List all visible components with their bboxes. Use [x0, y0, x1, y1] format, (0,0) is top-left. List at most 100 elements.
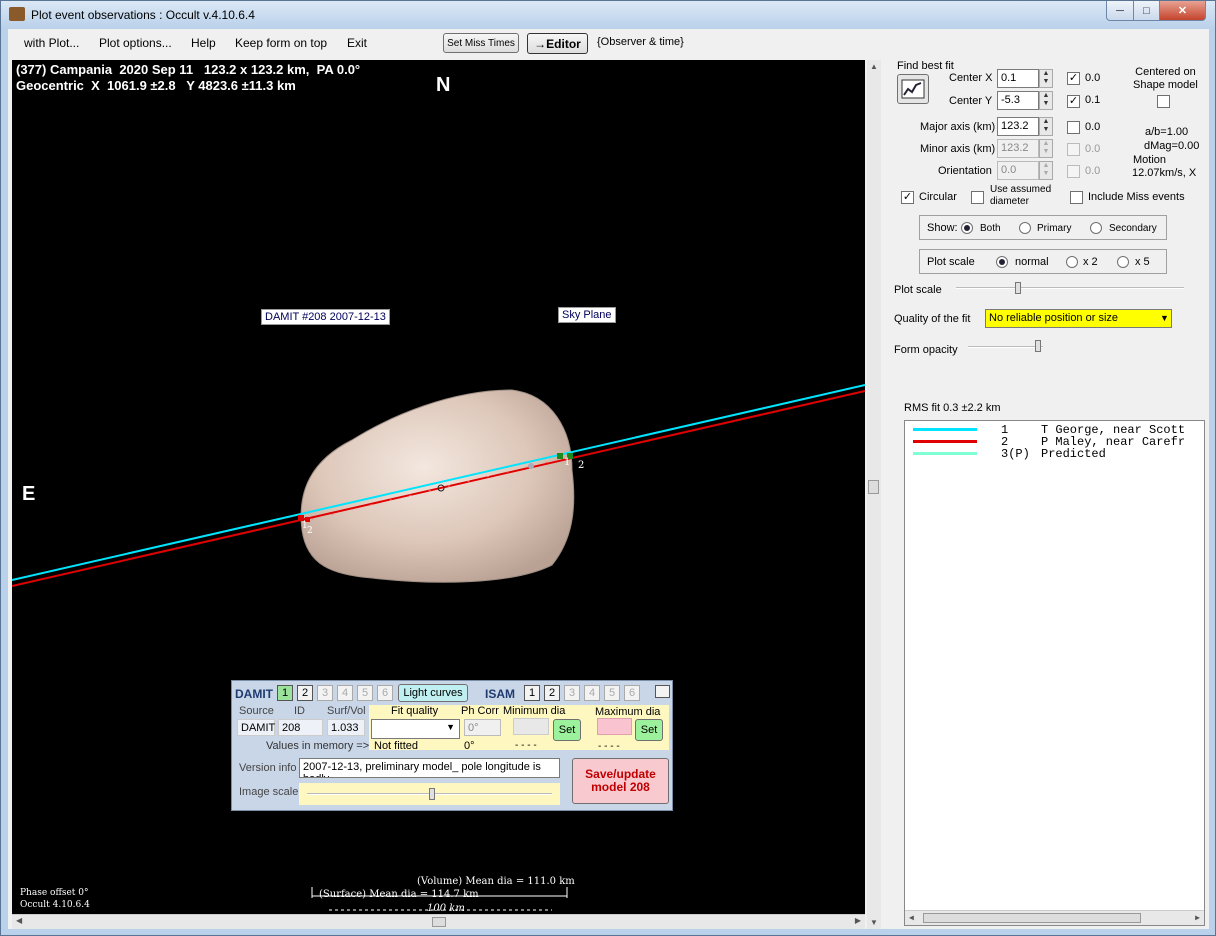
image-scale-label: Image scale [239, 786, 299, 798]
form-opacity-thumb[interactable] [1035, 340, 1041, 352]
vertical-scrollbar[interactable]: ▲ ▼ [867, 60, 881, 929]
fit-quality-select[interactable]: ▼ [371, 719, 460, 739]
minor-axis-input[interactable]: 123.2 [997, 139, 1039, 158]
damit-model-3[interactable]: 3 [317, 685, 333, 701]
menu-plot-options[interactable]: Plot options... [99, 36, 172, 50]
isam-model-3[interactable]: 3 [564, 685, 580, 701]
quality-select[interactable]: No reliable position or size [985, 309, 1172, 328]
version-info-field[interactable]: 2007-12-13, preliminary model_ pole long… [299, 758, 560, 778]
orientation-fit-checkbox[interactable] [1067, 165, 1080, 178]
form-opacity-slider[interactable] [968, 338, 1048, 360]
minor-axis-fit-checkbox[interactable] [1067, 143, 1080, 156]
show-secondary-radio[interactable] [1090, 222, 1102, 234]
light-curves-button[interactable]: Light curves [398, 684, 468, 702]
legend-horizontal-scrollbar[interactable]: ◀ ▶ [905, 910, 1204, 925]
major-axis-input[interactable]: 123.2 [997, 117, 1039, 136]
isam-model-4[interactable]: 4 [584, 685, 600, 701]
center-x-input[interactable]: 0.1 [997, 69, 1039, 88]
find-best-fit-button[interactable] [897, 74, 929, 104]
legend-scroll-thumb[interactable] [923, 913, 1141, 923]
save-update-model-button[interactable]: Save/update model 208 [572, 758, 669, 804]
use-assumed-checkbox[interactable] [971, 191, 984, 204]
minimize-button[interactable]: ─ [1106, 1, 1134, 21]
close-button[interactable]: ✕ [1159, 1, 1206, 21]
center-x-spinner[interactable]: ▲ ▼ [1039, 69, 1053, 88]
min-dia-field[interactable] [513, 718, 549, 735]
scroll-left-icon[interactable]: ◀ [909, 913, 914, 923]
isam-model-5[interactable]: 5 [604, 685, 620, 701]
orientation-spinner[interactable]: ▲ ▼ [1039, 161, 1053, 180]
scale-x5-radio[interactable] [1117, 256, 1129, 268]
values-in-memory-label: Values in memory => [266, 740, 370, 752]
set-miss-times-button[interactable]: Set Miss Times [443, 33, 519, 53]
scale-normal-label: normal [1015, 256, 1049, 268]
center-y-spinner[interactable]: ▲ ▼ [1039, 91, 1053, 110]
scroll-right-icon[interactable]: ▶ [855, 916, 861, 925]
isam-model-6[interactable]: 6 [624, 685, 640, 701]
plot-scale-thumb[interactable] [1015, 282, 1021, 294]
menu-help[interactable]: Help [191, 36, 216, 50]
plot-scale-track [956, 287, 1184, 289]
isam-model-1[interactable]: 1 [524, 685, 540, 701]
damit-model-5[interactable]: 5 [357, 685, 373, 701]
damit-model-6[interactable]: 6 [377, 685, 393, 701]
include-miss-checkbox[interactable] [1070, 191, 1083, 204]
scale-x2-radio[interactable] [1066, 256, 1078, 268]
scroll-right-icon[interactable]: ▶ [1195, 913, 1200, 923]
image-scale-slider[interactable] [299, 783, 560, 805]
menu-keep-on-top[interactable]: Keep form on top [235, 36, 327, 50]
legend-num: 3(P) [1001, 447, 1030, 461]
set-max-dia-button[interactable]: Set [635, 719, 663, 741]
show-label: Show: [927, 222, 958, 234]
damit-model-4[interactable]: 4 [337, 685, 353, 701]
show-primary-label: Primary [1037, 223, 1072, 234]
major-axis-fit-checkbox[interactable] [1067, 121, 1080, 134]
horizontal-scrollbar[interactable]: ◀ ▶ [12, 914, 865, 929]
app-icon [9, 7, 25, 21]
damit-panel: DAMIT 1 3 4 5 6 2 Light curves ISAM 1 2 … [231, 680, 673, 811]
surf-field: 1.033 [327, 719, 365, 736]
ph-corr-field[interactable]: 0° [464, 719, 501, 736]
menu-exit[interactable]: Exit [347, 36, 367, 50]
form-opacity-track [968, 346, 1043, 348]
damit-model-1[interactable]: 1 [277, 685, 293, 701]
editor-button[interactable]: →Editor [527, 33, 588, 54]
image-scale-thumb[interactable] [429, 788, 435, 800]
orientation-input[interactable]: 0.0 [997, 161, 1039, 180]
scroll-down-icon[interactable]: ▼ [870, 918, 878, 927]
major-axis-spinner[interactable]: ▲ ▼ [1039, 117, 1053, 136]
panel-close-button[interactable] [655, 685, 670, 698]
scale-normal-radio[interactable] [996, 256, 1008, 268]
quality-dropdown-icon[interactable]: ▼ [1160, 313, 1169, 323]
maximize-button[interactable]: □ [1133, 1, 1160, 21]
occult-version-label: Occult 4.10.6.4 [20, 900, 90, 910]
main-window: Plot event observations : Occult v.4.10.… [0, 0, 1216, 936]
fit-quality-header: Fit quality [391, 705, 439, 717]
max-dia-field[interactable] [597, 718, 632, 735]
center-y-fit-checkbox[interactable]: ✓ [1067, 95, 1080, 108]
vertical-scroll-thumb[interactable] [868, 480, 879, 494]
isam-model-2[interactable]: 2 [544, 685, 560, 701]
show-primary-radio[interactable] [1019, 222, 1031, 234]
scroll-up-icon[interactable]: ▲ [870, 62, 878, 71]
observer-legend[interactable]: 1 T George, near Scott 2 P Maley, near C… [904, 420, 1205, 926]
show-both-radio[interactable] [961, 222, 973, 234]
center-x-fit-checkbox[interactable]: ✓ [1067, 72, 1080, 85]
plot-scale-group: Plot scale normal x 2 x 5 [919, 249, 1167, 274]
surf-header: Surf/Vol [327, 705, 366, 717]
circular-checkbox[interactable]: ✓ [901, 191, 914, 204]
minor-axis-spinner[interactable]: ▲ ▼ [1039, 139, 1053, 158]
center-y-input[interactable]: -5.3 [997, 91, 1039, 110]
plot-scale-slider[interactable] [954, 280, 1189, 302]
plot-canvas[interactable]: (377) Campania 2020 Sep 11 123.2 x 123.2… [12, 60, 865, 914]
menu-with-plot[interactable]: with Plot... [24, 36, 79, 50]
horizontal-scroll-thumb[interactable] [432, 917, 446, 927]
set-min-dia-button[interactable]: Set [553, 719, 581, 741]
scroll-left-icon[interactable]: ◀ [16, 916, 22, 925]
centered-on-shape-checkbox[interactable] [1157, 95, 1170, 108]
legend-row: 1 T George, near Scott [905, 423, 1204, 437]
max-dia-memory: - - - - [598, 741, 620, 752]
center-y-fit-value: 0.1 [1085, 94, 1101, 106]
damit-model-2[interactable]: 2 [297, 685, 313, 701]
minor-axis-fit-value: 0.0 [1085, 143, 1101, 155]
